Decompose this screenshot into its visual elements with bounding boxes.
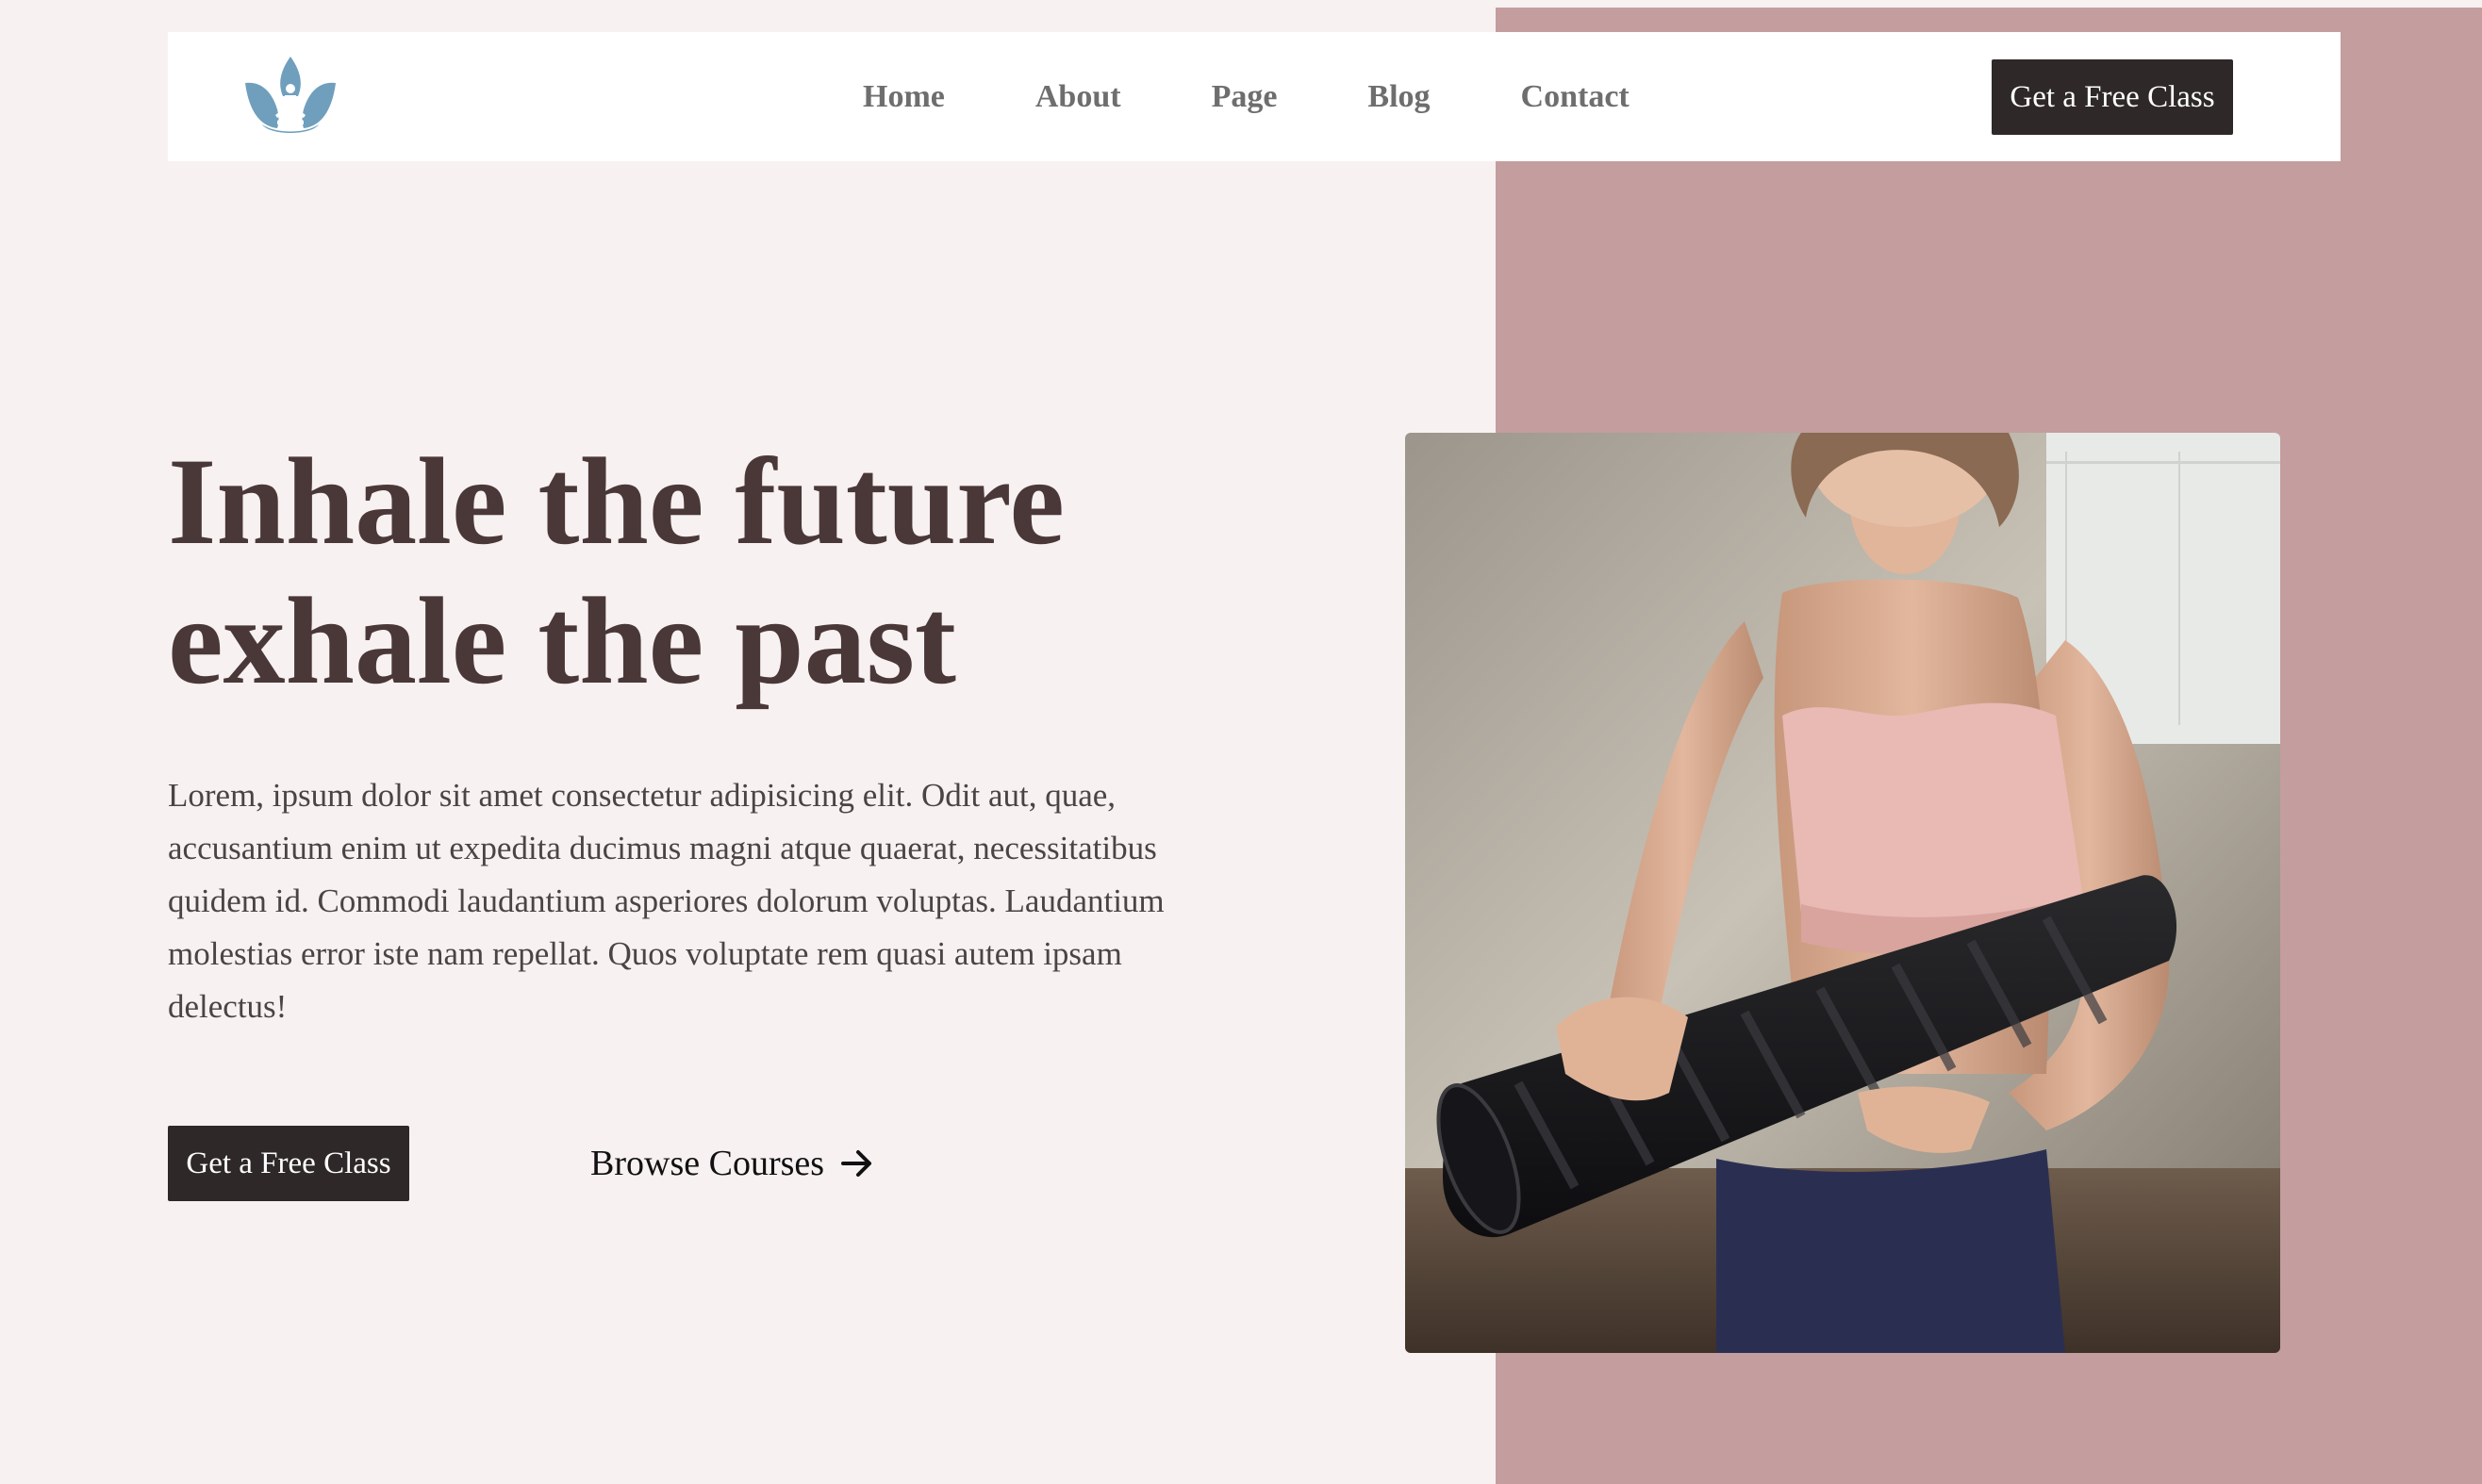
browse-courses-label: Browse Courses xyxy=(590,1144,825,1183)
hero-free-class-button[interactable]: Get a Free Class xyxy=(168,1126,409,1201)
main-nav: Home About Page Blog Contact xyxy=(863,32,1630,161)
nav-link-contact[interactable]: Contact xyxy=(1521,79,1630,115)
nav-link-about[interactable]: About xyxy=(1035,79,1121,115)
nav-free-class-button[interactable]: Get a Free Class xyxy=(1992,59,2233,135)
nav-link-home[interactable]: Home xyxy=(863,79,945,115)
hero-title-line-1: Inhale the future xyxy=(168,432,1065,570)
hero-photo-woman-with-yoga-mat xyxy=(1405,433,2280,1353)
lotus-logo-icon[interactable] xyxy=(243,55,338,138)
hero-title: Inhale the future exhale the past xyxy=(168,432,1299,711)
nav-link-blog[interactable]: Blog xyxy=(1367,79,1430,115)
hero-description: Lorem, ipsum dolor sit amet consectetur … xyxy=(168,777,1165,1025)
navbar: Home About Page Blog Contact Get a Free … xyxy=(168,32,2341,161)
browse-courses-link[interactable]: Browse Courses xyxy=(590,1126,873,1201)
arrow-right-icon xyxy=(841,1149,873,1178)
nav-link-page[interactable]: Page xyxy=(1212,79,1278,115)
hero-title-line-2: exhale the past xyxy=(168,571,956,710)
